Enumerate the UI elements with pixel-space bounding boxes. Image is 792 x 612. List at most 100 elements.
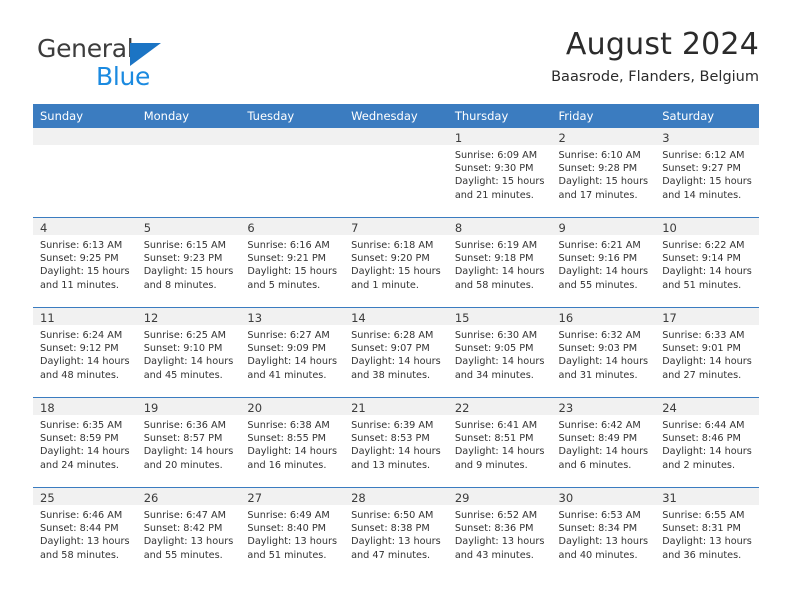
calendar-day-cell[interactable]: 18 Sunrise: 6:35 AM Sunset: 8:59 PM Dayligh… [33,397,137,488]
calendar-day-cell[interactable]: 3 Sunrise: 6:12 AM Sunset: 9:27 PM Daylight… [655,128,759,218]
calendar-day-cell[interactable]: 7 Sunrise: 6:18 AM Sunset: 9:20 PM Daylight… [344,217,448,308]
day-info: Sunrise: 6:52 AM Sunset: 8:36 PM Daylight:… [448,505,552,562]
day-info: Sunrise: 6:42 AM Sunset: 8:49 PM Daylight:… [552,415,656,472]
calendar-day-cell[interactable]: 28 Sunrise: 6:50 AM Sunset: 8:38 PM Dayligh… [344,487,448,577]
weekday-header-monday: Monday [136,104,241,128]
calendar-week-row: 18 Sunrise: 6:35 AM Sunset: 8:59 PM Dayligh… [33,397,759,488]
weekday-header-sunday: Sunday [33,104,137,128]
calendar-day-cell[interactable]: 17 Sunrise: 6:33 AM Sunset: 9:01 PM Dayligh… [655,307,759,398]
calendar-day-cell[interactable]: 6 Sunrise: 6:16 AM Sunset: 9:21 PM Daylight… [240,217,345,308]
calendar-day-cell[interactable]: 25 Sunrise: 6:46 AM Sunset: 8:44 PM Dayligh… [33,487,137,577]
sunrise-time: Sunrise: 6:32 AM [558,330,641,341]
calendar-day-cell[interactable]: 15 Sunrise: 6:30 AM Sunset: 9:05 PM Dayligh… [447,307,552,398]
brand-logo[interactable]: General Blue [33,26,283,91]
weekday-header-friday: Friday [551,104,656,128]
day-number-band: 14 [344,308,448,325]
day-number: 2 [558,131,566,145]
daylight-duration-line1: Daylight: 13 hours [247,536,337,548]
page-header: General Blue August 2024 Baasrode, Fland… [33,26,759,96]
day-number: 25 [40,491,55,505]
day-cell: 24 Sunrise: 6:44 AM Sunset: 8:46 PM Dayligh… [655,398,759,487]
weekday-header-thursday: Thursday [447,104,552,128]
daylight-duration-line2: and 38 minutes. [351,369,431,381]
day-cell: 19 Sunrise: 6:36 AM Sunset: 8:57 PM Dayligh… [136,398,241,487]
day-info: Sunrise: 6:30 AM Sunset: 9:05 PM Daylight:… [448,325,552,382]
calendar-day-cell[interactable]: 14 Sunrise: 6:28 AM Sunset: 9:07 PM Dayligh… [344,307,448,398]
sunset-time: Sunset: 9:09 PM [247,343,327,355]
day-number-band: 5 [136,218,241,235]
calendar-day-cell[interactable]: 30 Sunrise: 6:53 AM Sunset: 8:34 PM Dayligh… [551,487,656,577]
daylight-duration-line2: and 55 minutes. [143,549,223,561]
daylight-duration-line2: and 6 minutes. [558,459,632,471]
day-info: Sunrise: 6:19 AM Sunset: 9:18 PM Daylight:… [448,235,552,292]
calendar-day-cell[interactable]: 4 Sunrise: 6:13 AM Sunset: 9:25 PM Daylight… [33,217,137,308]
calendar-day-cell[interactable]: 1 Sunrise: 6:09 AM Sunset: 9:30 PM Daylight… [447,128,552,218]
day-number: 12 [143,311,159,325]
day-info: Sunrise: 6:49 AM Sunset: 8:40 PM Daylight:… [240,505,344,562]
sunset-time: Sunset: 8:55 PM [247,433,327,445]
calendar-day-cell[interactable]: 13 Sunrise: 6:27 AM Sunset: 9:09 PM Dayligh… [240,307,345,398]
daylight-duration-line1: Daylight: 14 hours [454,446,545,458]
calendar-day-cell[interactable]: 20 Sunrise: 6:38 AM Sunset: 8:55 PM Dayligh… [240,397,345,488]
calendar-day-cell[interactable]: 23 Sunrise: 6:42 AM Sunset: 8:49 PM Dayligh… [551,397,656,488]
calendar-day-cell[interactable]: 10 Sunrise: 6:22 AM Sunset: 9:14 PM Dayligh… [655,217,759,308]
day-number: 31 [662,491,677,505]
calendar-day-cell[interactable]: 2 Sunrise: 6:10 AM Sunset: 9:28 PM Daylight… [551,128,656,218]
calendar-body: 1 Sunrise: 6:09 AM Sunset: 9:30 PM Daylight… [33,128,759,577]
day-number: 11 [40,311,55,325]
sunset-time: Sunset: 9:20 PM [351,253,430,265]
sunset-time: Sunset: 8:36 PM [454,523,534,535]
calendar-day-cell[interactable]: 29 Sunrise: 6:52 AM Sunset: 8:36 PM Dayligh… [447,487,552,577]
sunset-time: Sunset: 9:28 PM [558,163,638,175]
day-number: 6 [247,221,255,235]
calendar-day-cell[interactable] [136,128,241,218]
calendar-day-cell[interactable]: 24 Sunrise: 6:44 AM Sunset: 8:46 PM Dayligh… [655,397,759,488]
daylight-duration-line2: and 58 minutes. [40,549,120,561]
calendar-day-cell[interactable] [33,128,137,218]
day-info: Sunrise: 6:25 AM Sunset: 9:10 PM Daylight:… [137,325,241,382]
calendar-day-cell[interactable]: 21 Sunrise: 6:39 AM Sunset: 8:53 PM Dayligh… [344,397,448,488]
calendar-day-cell[interactable] [344,128,448,218]
sunrise-time: Sunrise: 6:38 AM [247,420,330,431]
daylight-duration-line1: Daylight: 15 hours [143,266,234,278]
day-cell: 3 Sunrise: 6:12 AM Sunset: 9:27 PM Daylight… [655,128,759,217]
calendar-day-cell[interactable]: 8 Sunrise: 6:19 AM Sunset: 9:18 PM Daylight… [447,217,552,308]
sunrise-time: Sunrise: 6:33 AM [662,330,745,341]
day-number-band [240,128,345,145]
day-info: Sunrise: 6:10 AM Sunset: 9:28 PM Daylight:… [552,145,656,202]
day-info: Sunrise: 6:12 AM Sunset: 9:27 PM Daylight:… [655,145,759,202]
calendar-day-cell[interactable]: 9 Sunrise: 6:21 AM Sunset: 9:16 PM Daylight… [551,217,656,308]
day-cell: 27 Sunrise: 6:49 AM Sunset: 8:40 PM Dayligh… [240,488,345,577]
calendar-week-row: 1 Sunrise: 6:09 AM Sunset: 9:30 PM Daylight… [33,128,759,218]
day-cell: 7 Sunrise: 6:18 AM Sunset: 9:20 PM Daylight… [344,218,448,307]
calendar-day-cell[interactable]: 27 Sunrise: 6:49 AM Sunset: 8:40 PM Dayligh… [240,487,345,577]
calendar-day-cell[interactable]: 16 Sunrise: 6:32 AM Sunset: 9:03 PM Dayligh… [551,307,656,398]
daylight-duration-line2: and 13 minutes. [351,459,431,471]
calendar-day-cell[interactable]: 22 Sunrise: 6:41 AM Sunset: 8:51 PM Dayligh… [447,397,552,488]
calendar-grid: Sunday Monday Tuesday Wednesday Thursday Frid… [33,104,759,577]
calendar-day-cell[interactable]: 19 Sunrise: 6:36 AM Sunset: 8:57 PM Dayligh… [136,397,241,488]
calendar-day-cell[interactable]: 12 Sunrise: 6:25 AM Sunset: 9:10 PM Dayligh… [136,307,241,398]
daylight-duration-line1: Daylight: 15 hours [351,266,441,278]
calendar-day-cell[interactable]: 5 Sunrise: 6:15 AM Sunset: 9:23 PM Daylight… [136,217,241,308]
calendar-day-cell[interactable]: 26 Sunrise: 6:47 AM Sunset: 8:42 PM Dayligh… [136,487,241,577]
day-number-band: 23 [551,398,656,415]
day-number: 17 [662,311,677,325]
day-info: Sunrise: 6:18 AM Sunset: 9:20 PM Daylight:… [344,235,448,292]
calendar-day-cell[interactable] [240,128,345,218]
day-number-band: 24 [655,398,759,415]
daylight-duration-line2: and 27 minutes. [662,369,742,381]
sunrise-time: Sunrise: 6:24 AM [40,330,123,341]
day-info: Sunrise: 6:41 AM Sunset: 8:51 PM Daylight:… [448,415,552,472]
daylight-duration-line1: Daylight: 13 hours [40,536,130,548]
day-cell: 28 Sunrise: 6:50 AM Sunset: 8:38 PM Dayligh… [344,488,448,577]
daylight-duration-line1: Daylight: 13 hours [351,536,441,548]
weekday-header-saturday: Saturday [655,104,759,128]
day-cell: 2 Sunrise: 6:10 AM Sunset: 9:28 PM Daylight… [551,128,656,217]
calendar-day-cell[interactable]: 31 Sunrise: 6:55 AM Sunset: 8:31 PM Dayligh… [655,487,759,577]
calendar-week-row: 4 Sunrise: 6:13 AM Sunset: 9:25 PM Daylight… [33,217,759,308]
sunset-time: Sunset: 8:40 PM [247,523,327,535]
calendar-day-cell[interactable]: 11 Sunrise: 6:24 AM Sunset: 9:12 PM Dayligh… [33,307,137,398]
sunset-time: Sunset: 9:25 PM [40,253,119,265]
daylight-duration-line1: Daylight: 14 hours [662,266,752,278]
